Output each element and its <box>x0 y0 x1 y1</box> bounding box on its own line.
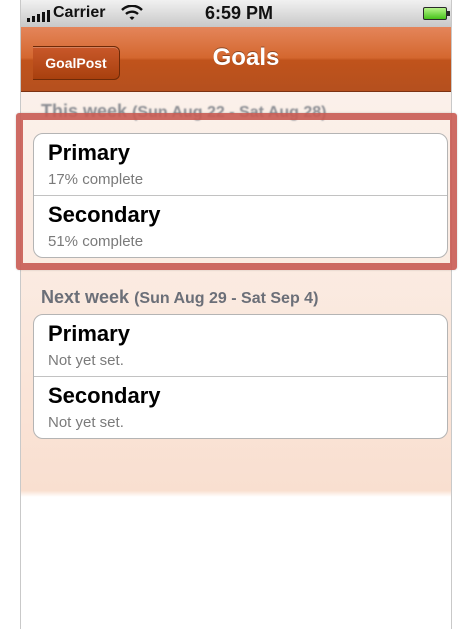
goal-status: Not yet set. <box>48 352 124 369</box>
navigation-bar: GoalPost Goals <box>21 27 451 92</box>
carrier-name: Carrier <box>53 4 106 21</box>
next-week-goals-group: Primary Not yet set. Secondary Not yet s… <box>33 314 448 439</box>
wifi-icon <box>121 4 143 26</box>
highlight-frame <box>16 113 457 270</box>
goal-status: Not yet set. <box>48 414 124 431</box>
section-date-range: (Sun Aug 29 - Sat Sep 4) <box>134 290 319 307</box>
section-header-next-week: Next week (Sun Aug 29 - Sat Sep 4) <box>41 287 318 308</box>
goal-title: Secondary <box>48 383 161 408</box>
status-bar: Carrier 6:59 PM <box>21 0 451 28</box>
goal-cell-next-week-secondary[interactable]: Secondary Not yet set. <box>34 376 447 438</box>
goal-cell-next-week-primary[interactable]: Primary Not yet set. <box>34 315 447 376</box>
back-button-label: GoalPost <box>45 55 107 71</box>
battery-icon <box>423 7 450 20</box>
signal-strength-icon <box>27 8 51 22</box>
section-title: Next week <box>41 287 130 307</box>
goal-title: Primary <box>48 321 130 346</box>
iphone-screen: Carrier 6:59 PM GoalPost Goals This week… <box>20 0 452 629</box>
status-time: 6:59 PM <box>205 3 274 23</box>
